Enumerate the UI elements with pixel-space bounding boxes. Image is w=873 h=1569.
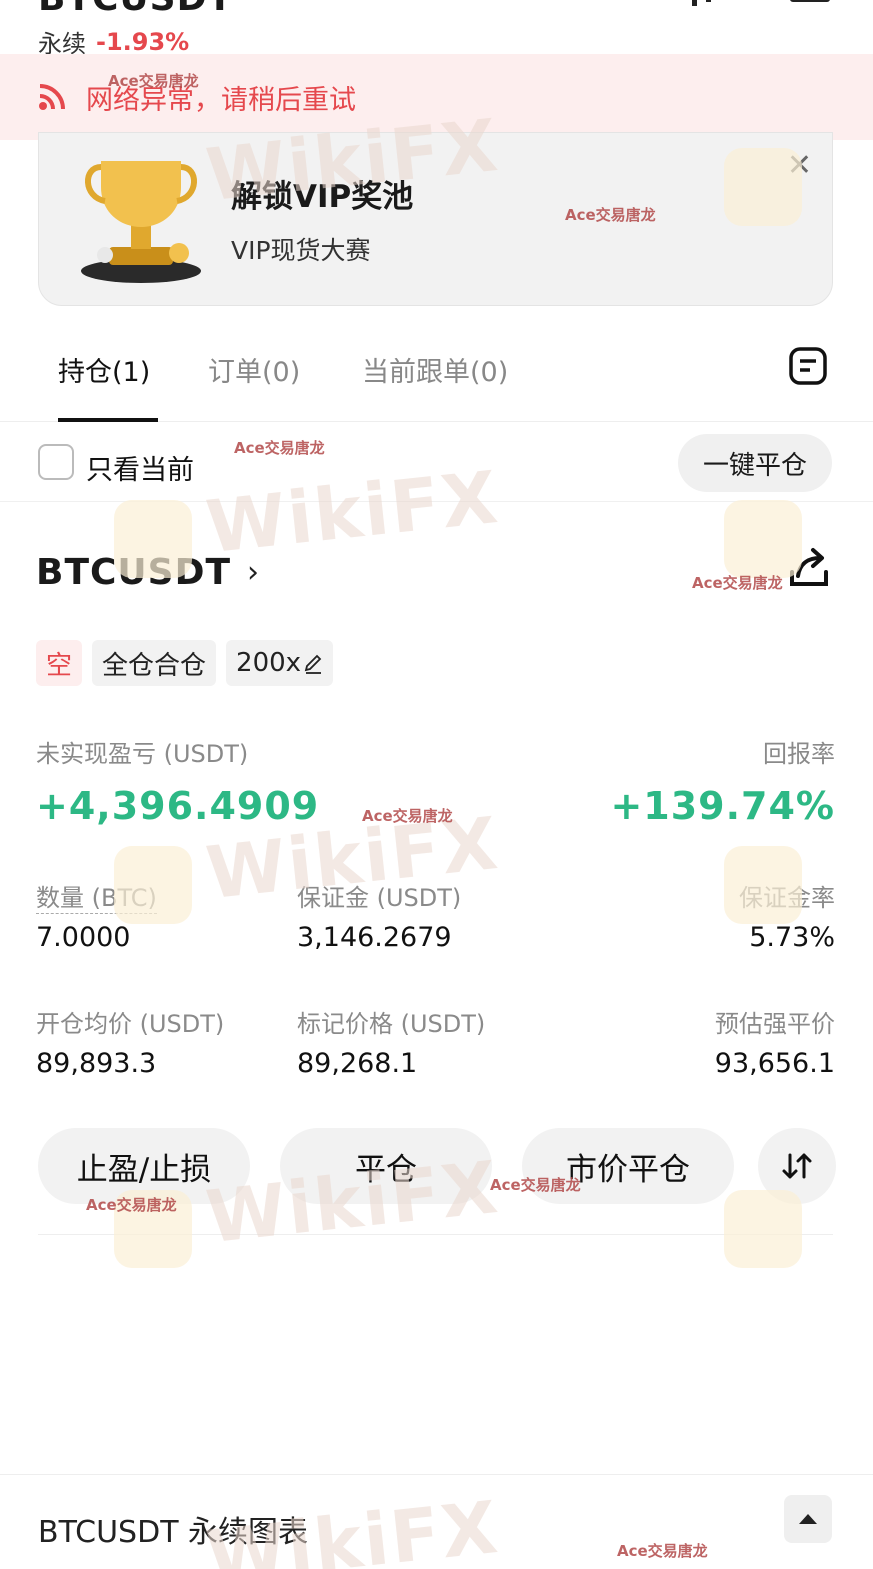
- entry-price-value: 89,893.3: [36, 1048, 157, 1079]
- watermark-logo: [114, 500, 192, 578]
- chevron-up-icon[interactable]: [784, 1495, 832, 1543]
- watermark-text: Ace交易唐龙: [692, 574, 783, 592]
- watermark-text: Ace交易唐龙: [490, 1176, 581, 1194]
- watermark-logo: [724, 500, 802, 578]
- watermark-logo: [114, 846, 192, 924]
- entry-price-label: 开仓均价 (USDT): [36, 1010, 225, 1038]
- mark-price-value: 89,268.1: [297, 1048, 418, 1079]
- watermark-logo: [724, 1190, 802, 1268]
- only-current-label[interactable]: 只看当前: [86, 448, 194, 487]
- margin-value: 3,146.2679: [297, 922, 452, 953]
- top-bar: BTCUSDT 永续 -1.93%: [0, 0, 873, 58]
- watermark-logo: [724, 846, 802, 924]
- qty-value: 7.0000: [36, 922, 131, 953]
- unrealized-pnl-value: +4,396.4909: [36, 784, 320, 828]
- list-icon[interactable]: [788, 346, 828, 386]
- trophy-icon: [81, 161, 201, 283]
- liq-price-label: 预估强平价: [715, 1010, 835, 1038]
- unrealized-pnl-label: 未实现盈亏 (USDT): [36, 740, 249, 768]
- chart-settings-icon[interactable]: [688, 0, 728, 14]
- edit-icon: [304, 654, 322, 674]
- menu-icon[interactable]: [790, 0, 830, 2]
- header-symbol[interactable]: BTCUSDT: [38, 0, 233, 19]
- leverage-value: 200x: [236, 648, 302, 678]
- watermark-logo: [724, 148, 802, 226]
- tab-positions[interactable]: 持仓(1): [58, 350, 150, 389]
- roe-label: 回报率: [763, 740, 835, 768]
- watermark-text: Ace交易唐龙: [617, 1542, 708, 1560]
- wifi-signal-icon: [39, 84, 65, 110]
- reverse-arrows-icon: [782, 1153, 812, 1179]
- mark-price-label: 标记价格 (USDT): [297, 1010, 486, 1038]
- watermark-text: Ace交易唐龙: [362, 807, 453, 825]
- position-tabs: 持仓(1) 订单(0) 当前跟单(0): [0, 330, 873, 422]
- close-all-button[interactable]: 一键平仓: [678, 434, 832, 492]
- only-current-checkbox[interactable]: [38, 444, 74, 480]
- tab-copy-trades[interactable]: 当前跟单(0): [362, 350, 508, 389]
- margin-ratio-value: 5.73%: [749, 922, 835, 953]
- price-change: -1.93%: [96, 27, 190, 56]
- leverage-tag[interactable]: 200x: [226, 640, 334, 686]
- position-tags: 空 全仓合仓 200x: [36, 640, 334, 686]
- watermark-text: Ace交易唐龙: [565, 206, 656, 224]
- margin-mode-tag[interactable]: 全仓合仓: [92, 640, 217, 686]
- watermark-text: Ace交易唐龙: [86, 1196, 177, 1214]
- roe-value: +139.74%: [610, 784, 835, 828]
- side-tag: 空: [36, 640, 83, 686]
- watermark-text: Ace交易唐龙: [108, 72, 199, 90]
- promo-subtitle: VIP现货大赛: [231, 236, 371, 265]
- tab-orders[interactable]: 订单(0): [208, 350, 300, 389]
- liq-price-value: 93,656.1: [714, 1048, 835, 1079]
- watermark-text: Ace交易唐龙: [234, 439, 325, 457]
